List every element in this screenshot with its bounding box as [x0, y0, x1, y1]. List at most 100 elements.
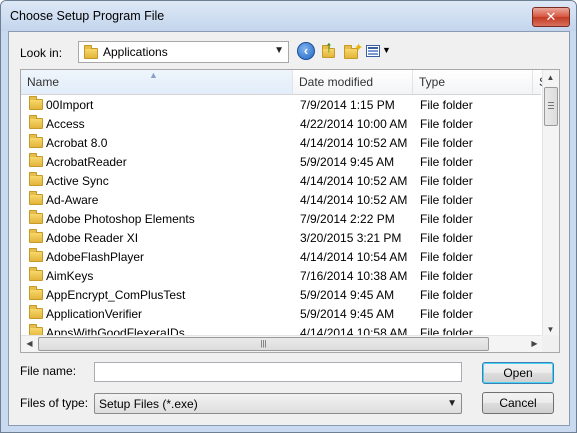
file-list[interactable]: ▲ Name Date modified Type Si 00Import 7/9…	[20, 69, 560, 353]
column-date-modified[interactable]: Date modified	[293, 70, 413, 94]
scroll-left-arrow-icon[interactable]: ◀	[22, 339, 37, 348]
file-type-label: Files of type:	[20, 396, 89, 410]
file-name: AdobeFlashPlayer	[46, 250, 145, 264]
file-type: File folder	[420, 193, 473, 207]
file-row[interactable]: Access 4/22/2014 10:00 AM File folder	[21, 114, 545, 133]
file-type-dropdown[interactable]: Setup Files (*.exe) ▼	[94, 393, 462, 414]
file-date-modified: 5/9/2014 9:45 AM	[300, 155, 395, 169]
sparkle-icon: ✦	[354, 42, 364, 54]
file-type: File folder	[420, 136, 473, 150]
folder-icon	[29, 248, 43, 262]
file-row[interactable]: Adobe Reader XI 3/20/2015 3:21 PM File fol…	[21, 228, 545, 247]
file-date-modified: 7/16/2014 10:38 AM	[300, 269, 408, 283]
file-type: File folder	[420, 250, 473, 264]
file-name: AcrobatReader	[46, 155, 127, 169]
folder-icon	[29, 115, 43, 129]
folder-icon	[29, 153, 43, 167]
file-type: File folder	[420, 307, 473, 321]
file-name-label: File name:	[20, 364, 77, 378]
vertical-scrollbar[interactable]: ▲ ▼	[542, 70, 559, 336]
window-title: Choose Setup Program File	[10, 9, 165, 23]
file-row[interactable]: Active Sync 4/14/2014 10:52 AM File folder	[21, 171, 545, 190]
file-date-modified: 4/14/2014 10:54 AM	[300, 250, 408, 264]
file-row[interactable]: Acrobat 8.0 4/14/2014 10:52 AM File folder	[21, 133, 545, 152]
file-type: File folder	[420, 155, 473, 169]
file-type: File folder	[420, 212, 473, 226]
file-name: Adobe Reader XI	[46, 231, 139, 245]
folder-icon	[29, 305, 43, 319]
vertical-scroll-thumb[interactable]	[544, 87, 558, 126]
view-menu-icon[interactable]: ▼	[366, 42, 392, 60]
file-name-input[interactable]	[94, 362, 462, 382]
folder-icon	[84, 45, 98, 59]
look-in-value: Applications	[103, 45, 168, 59]
dialog-body: Look in: Applications ▼ ‹ ↑ ✦ ▼ ▲ Name D…	[8, 31, 570, 426]
file-name: Ad-Aware	[46, 193, 99, 207]
file-row[interactable]: ApplicationVerifier 5/9/2014 9:45 AM File …	[21, 304, 545, 323]
new-folder-icon[interactable]: ✦	[343, 42, 364, 60]
sort-ascending-icon: ▲	[149, 70, 158, 80]
folder-icon	[29, 172, 43, 186]
file-row[interactable]: AppEncrypt_ComPlusTest 5/9/2014 9:45 AM Fi…	[21, 285, 545, 304]
column-type[interactable]: Type	[413, 70, 533, 94]
file-date-modified: 7/9/2014 2:22 PM	[300, 212, 395, 226]
file-date-modified: 4/22/2014 10:00 AM	[300, 117, 408, 131]
scroll-corner	[542, 335, 559, 352]
arrow-up-icon: ↑	[325, 39, 333, 56]
column-header: ▲ Name Date modified Type Si	[21, 70, 550, 95]
scroll-down-arrow-icon[interactable]: ▼	[543, 325, 558, 334]
file-row[interactable]: AcrobatReader 5/9/2014 9:45 AM File folder	[21, 152, 545, 171]
cancel-button[interactable]: Cancel	[482, 392, 554, 414]
up-folder-icon[interactable]: ↑	[320, 39, 338, 60]
file-type: File folder	[420, 117, 473, 131]
file-row[interactable]: Ad-Aware 4/14/2014 10:52 AM File folder	[21, 190, 545, 209]
file-date-modified: 5/9/2014 9:45 AM	[300, 307, 395, 321]
file-type: File folder	[420, 231, 473, 245]
folder-icon	[29, 96, 43, 110]
folder-icon	[29, 229, 43, 243]
close-button[interactable]: ✕	[532, 7, 570, 27]
folder-icon	[29, 210, 43, 224]
folder-icon	[29, 191, 43, 205]
file-row[interactable]: AimKeys 7/16/2014 10:38 AM File folder	[21, 266, 545, 285]
folder-icon	[29, 286, 43, 300]
open-button[interactable]: Open	[482, 362, 554, 384]
file-type: File folder	[420, 174, 473, 188]
file-date-modified: 4/14/2014 10:52 AM	[300, 174, 408, 188]
file-type: File folder	[420, 288, 473, 302]
file-row[interactable]: 00Import 7/9/2014 1:15 PM File folder	[21, 95, 545, 114]
column-name-label: Name	[27, 75, 60, 89]
chevron-down-icon[interactable]: ▼	[274, 45, 284, 56]
column-name[interactable]: ▲ Name	[21, 70, 293, 94]
look-in-dropdown[interactable]: Applications ▼	[78, 41, 289, 63]
look-in-label: Look in:	[20, 46, 63, 60]
scroll-right-arrow-icon[interactable]: ▶	[527, 339, 542, 348]
choose-setup-dialog: Choose Setup Program File ✕ Look in: App…	[0, 0, 577, 433]
file-name: Access	[46, 117, 85, 131]
horizontal-scrollbar[interactable]: ◀ ||| ▶	[21, 335, 544, 352]
file-row[interactable]: Adobe Photoshop Elements 7/9/2014 2:22 PM…	[21, 209, 545, 228]
chevron-down-icon[interactable]: ▼	[447, 398, 457, 409]
file-date-modified: 4/14/2014 10:52 AM	[300, 193, 408, 207]
file-name: AimKeys	[46, 269, 94, 283]
file-name: Adobe Photoshop Elements	[46, 212, 195, 226]
file-rows: 00Import 7/9/2014 1:15 PM File folder Acces…	[21, 95, 545, 342]
file-type: File folder	[420, 269, 473, 283]
file-row[interactable]: AdobeFlashPlayer 4/14/2014 10:54 AM File f…	[21, 247, 545, 266]
details-view-icon	[366, 45, 380, 57]
folder-icon	[29, 267, 43, 281]
horizontal-scroll-thumb[interactable]: |||	[38, 337, 489, 351]
file-date-modified: 7/9/2014 1:15 PM	[300, 98, 395, 112]
folder-icon	[29, 134, 43, 148]
chevron-down-icon: ▼	[382, 45, 391, 55]
file-name: Active Sync	[46, 174, 109, 188]
file-date-modified: 5/9/2014 9:45 AM	[300, 288, 395, 302]
scroll-up-arrow-icon[interactable]: ▲	[543, 73, 558, 82]
file-type-value: Setup Files (*.exe)	[99, 397, 198, 411]
title-bar[interactable]: Choose Setup Program File ✕	[1, 1, 576, 31]
file-date-modified: 4/14/2014 10:52 AM	[300, 136, 408, 150]
back-icon[interactable]: ‹	[297, 42, 315, 60]
file-name: ApplicationVerifier	[46, 307, 143, 321]
file-type: File folder	[420, 98, 473, 112]
file-name: Acrobat 8.0	[46, 136, 108, 150]
